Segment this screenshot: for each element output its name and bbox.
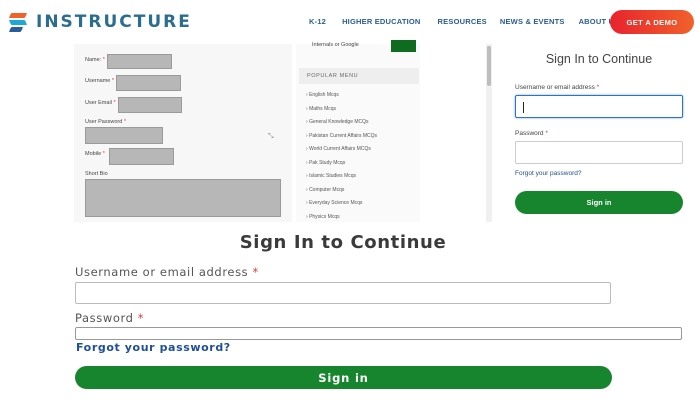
password-input[interactable] [75,327,682,340]
small-username-label: Username or email address * [515,84,600,91]
popular-menu-title: POPULAR MENU [299,68,419,84]
registration-form: Name: * Username * User Email * User Pas… [74,44,292,222]
username-label: Username * [85,78,115,84]
user-password-field[interactable] [85,127,163,144]
password-label: Password * [75,311,145,325]
small-username-input[interactable] [515,95,683,118]
text-caret [523,102,524,113]
get-a-demo-button[interactable]: GET A DEMO [610,10,694,34]
mobile-label: Mobile * [85,151,105,157]
small-password-label: Password * [515,130,548,137]
small-password-input[interactable] [515,141,683,164]
green-tab[interactable] [391,40,416,52]
small-forgot-password-link[interactable]: Forgot your password? [515,170,581,177]
popular-menu-item[interactable]: › Computer Mcqs [306,187,344,193]
signin-title: Sign In to Continue [239,232,447,253]
nav-item-k12[interactable]: K-12 [309,17,326,26]
short-bio-label: Short Bio [85,171,108,177]
username-input[interactable] [75,282,611,304]
nav-item-higher-education[interactable]: HIGHER EDUCATION [342,17,420,26]
top-navigation: INSTRUCTURE K-12 HIGHER EDUCATION RESOUR… [0,0,700,44]
popular-menu-item[interactable]: › General Knowledge MCQs [306,119,369,125]
popular-menu-item[interactable]: › Maths Mcqs [306,106,336,112]
side-blank-area [420,44,492,222]
google-text: Internals or Google [312,42,359,48]
scrollbar-thumb[interactable] [487,46,491,86]
password-toggle-icon[interactable]: ⤡ [268,133,274,141]
main-menu: K-12 HIGHER EDUCATION RESOURCES NEWS & E… [309,17,619,26]
popular-menu-item[interactable]: › Pakistan Current Affairs MCQs [306,133,377,139]
user-password-label: User Password * [85,119,126,125]
nav-item-resources[interactable]: RESOURCES [438,17,487,26]
popular-menu-item[interactable]: › Pak Study Mcqs [306,160,345,166]
small-signin-title: Sign In to Continue [545,52,653,66]
popular-menu-item[interactable]: › Islamic Studies Mcqs [306,173,356,179]
name-label: Name: * [85,57,105,63]
username-field[interactable] [116,75,181,91]
instructure-logo-icon [8,12,28,32]
user-email-label: User Email * [85,100,116,106]
popular-menu-item[interactable]: › Physics Mcqs [306,214,340,220]
name-field[interactable] [107,54,172,69]
small-signin-button[interactable]: Sign in [515,191,683,214]
logo-text: INSTRUCTURE [36,12,192,32]
user-email-field[interactable] [118,97,182,113]
signin-button[interactable]: Sign in [75,366,612,389]
forgot-password-link[interactable]: Forgot your password? [76,341,231,354]
username-label: Username or email address * [75,265,259,279]
popular-menu-item[interactable]: › World Current Affairs MCQs [306,146,371,152]
popular-menu-item[interactable]: › English Mcqs [306,92,339,98]
logo[interactable]: INSTRUCTURE [8,12,192,32]
mobile-field[interactable] [109,148,174,165]
popular-menu-item[interactable]: › Everyday Science Mcqs [306,200,362,206]
short-bio-field[interactable] [85,179,281,217]
nav-item-news-events[interactable]: NEWS & EVENTS [500,17,565,26]
